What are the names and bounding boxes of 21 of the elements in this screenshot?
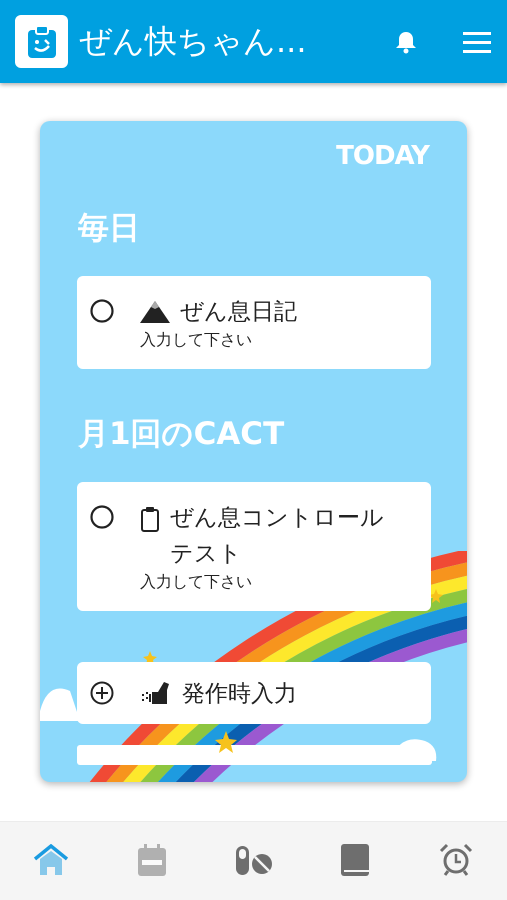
section-heading: 毎日 — [78, 209, 141, 248]
clipboard-icon — [26, 24, 56, 58]
section-heading: 月1回のCACT — [78, 415, 286, 454]
pills-icon[interactable] — [234, 844, 273, 876]
clipboard-icon — [140, 506, 160, 532]
book-icon[interactable] — [340, 843, 370, 877]
alarm-clock-icon[interactable] — [439, 843, 474, 877]
today-label: TODAY — [336, 141, 429, 171]
task-title: ぜん息コントロールテスト — [170, 504, 385, 569]
task-status: 入力して下さい — [140, 330, 253, 351]
task-status: 入力して下さい — [140, 572, 253, 593]
bell-icon[interactable] — [395, 30, 417, 54]
mountain-icon — [140, 300, 170, 324]
home-icon[interactable] — [32, 844, 69, 876]
plus-circle-icon — [89, 680, 115, 706]
menu-icon[interactable] — [463, 30, 491, 54]
app-title: ぜん快ちゃん... — [79, 20, 308, 62]
radio-circle[interactable] — [89, 504, 115, 530]
task-title: ぜん息日記 — [180, 298, 297, 327]
inhaler-hand-icon — [140, 680, 172, 706]
radio-circle[interactable] — [89, 298, 115, 324]
